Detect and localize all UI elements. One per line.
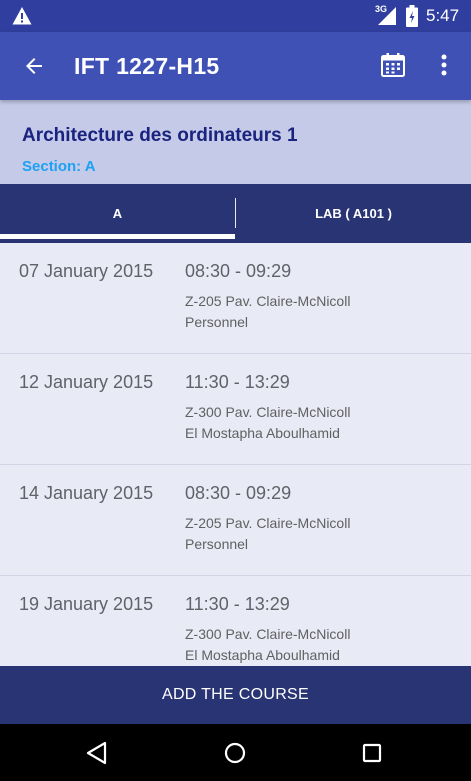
nav-home-icon[interactable] (224, 742, 246, 764)
session-teacher: Personnel (185, 314, 249, 330)
session-teacher: Personnel (185, 536, 249, 552)
session-time: 11:30 - 13:29 (185, 594, 290, 614)
session-row[interactable]: 07 January 2015 08:30 - 09:29 Z-205 Pav.… (0, 243, 471, 354)
status-bar: 3G 5:47 (0, 0, 471, 32)
session-time: 08:30 - 09:29 (185, 483, 292, 503)
selected-tab-indicator (0, 234, 235, 239)
network-type-label: 3G (375, 4, 388, 14)
session-room: Z-300 Pav. Claire-McNicoll (185, 626, 351, 642)
course-title: Architecture des ordinateurs 1 (22, 125, 298, 146)
session-list[interactable]: 07 January 2015 08:30 - 09:29 Z-205 Pav.… (0, 243, 471, 666)
nav-back-icon[interactable] (86, 741, 108, 765)
warning-icon (12, 7, 32, 25)
nav-recents-icon[interactable] (362, 743, 382, 763)
course-header: Architecture des ordinateurs 1 Section: … (0, 100, 471, 184)
tab-lab[interactable]: LAB ( A101 ) (236, 184, 471, 243)
session-teacher: El Mostapha Aboulhamid (185, 425, 340, 441)
back-arrow-icon[interactable] (22, 54, 46, 78)
session-room: Z-205 Pav. Claire-McNicoll (185, 515, 351, 531)
session-teacher: El Mostapha Aboulhamid (185, 647, 340, 663)
more-vert-icon[interactable] (432, 52, 456, 78)
battery-icon (406, 5, 418, 27)
session-time: 11:30 - 13:29 (185, 372, 290, 392)
course-section: Section: A (22, 158, 96, 175)
session-date: 07 January 2015 (19, 261, 154, 281)
session-room: Z-300 Pav. Claire-McNicoll (185, 404, 351, 420)
add-course-button[interactable]: ADD THE COURSE (0, 666, 471, 724)
app-bar: IFT 1227-H15 (0, 32, 471, 100)
system-nav-bar (0, 724, 471, 781)
session-date: 14 January 2015 (19, 483, 154, 503)
session-time: 08:30 - 09:29 (185, 261, 292, 281)
calendar-icon[interactable] (380, 52, 406, 78)
session-row[interactable]: 19 January 2015 11:30 - 13:29 Z-300 Pav.… (0, 576, 471, 666)
session-date: 12 January 2015 (19, 372, 154, 392)
session-room: Z-205 Pav. Claire-McNicoll (185, 293, 351, 309)
status-time: 5:47 (426, 6, 460, 25)
session-date: 19 January 2015 (19, 594, 154, 614)
session-row[interactable]: 12 January 2015 11:30 - 13:29 Z-300 Pav.… (0, 354, 471, 465)
page-title: IFT 1227-H15 (74, 53, 220, 79)
session-row[interactable]: 14 January 2015 08:30 - 09:29 Z-205 Pav.… (0, 465, 471, 576)
